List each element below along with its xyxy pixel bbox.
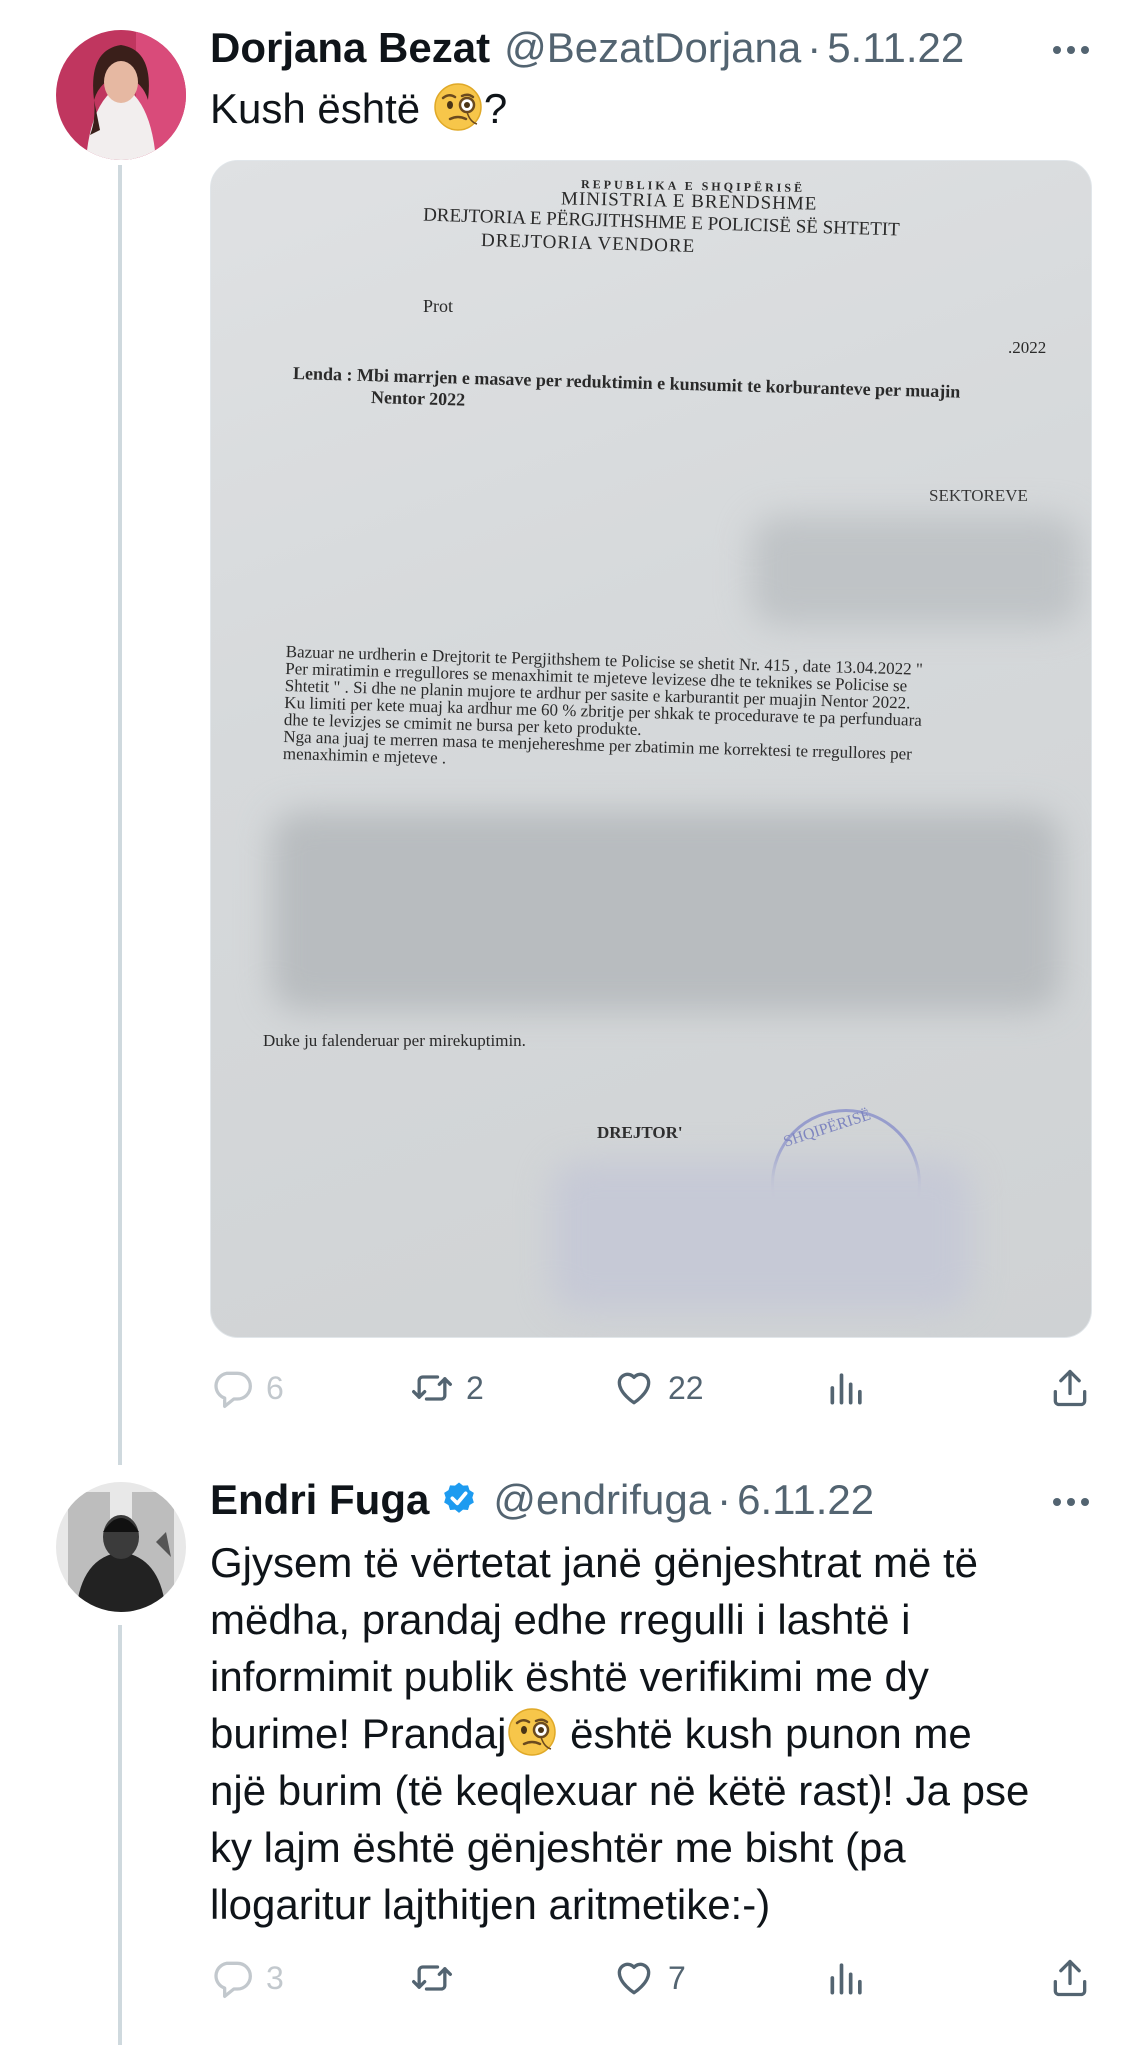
redacted-area (551, 1161, 971, 1311)
tweet-header: Endri Fuga @endrifuga · 6.11.22 (210, 1476, 874, 1524)
verified-badge-icon (444, 1482, 475, 1513)
thread-line (118, 1625, 122, 2045)
tweet-line: llogaritur lajthitjen aritmetike:-) (210, 1881, 771, 1928)
more-icon[interactable] (1053, 1498, 1089, 1506)
views-button[interactable] (825, 1956, 869, 2000)
reply-icon (210, 1366, 254, 1410)
doc-date: .2022 (1008, 338, 1047, 357)
redacted-area (751, 516, 1081, 626)
doc-closing: Duke ju falenderuar per mirekuptimin. (263, 1031, 526, 1050)
tweet-text-part: burime! Prandaj (210, 1710, 507, 1757)
views-icon (825, 1956, 869, 2000)
like-button[interactable]: 7 (612, 1956, 686, 2000)
doc-subject-cont: Nentor 2022 (370, 387, 466, 410)
retweet-button[interactable]: 2 (410, 1366, 484, 1410)
monocle-face-icon (506, 1706, 558, 1758)
tweet-text-part: Kush është (210, 85, 432, 132)
share-icon (1048, 1956, 1092, 2000)
display-name[interactable]: Dorjana Bezat (210, 24, 490, 72)
retweet-icon (410, 1956, 454, 2000)
tweet-line: mëdha, prandaj edhe rregulli i lashtë i (210, 1596, 911, 1643)
redacted-area (271, 811, 1061, 1011)
display-name[interactable]: Endri Fuga (210, 1476, 429, 1524)
avatar[interactable] (56, 30, 186, 160)
doc-prot: Prot (423, 296, 454, 316)
user-handle[interactable]: @BezatDorjana (504, 24, 801, 72)
retweet-button[interactable] (410, 1956, 454, 2000)
more-icon[interactable] (1053, 46, 1089, 54)
avatar[interactable] (56, 1482, 186, 1612)
tweet-text-part: ? (483, 85, 508, 132)
tweet-line: informimit publik është verifikimi me dy (210, 1653, 929, 1700)
separator-dot: · (807, 24, 822, 71)
retweet-icon (410, 1366, 454, 1410)
tweet-line: Gjysem të vërtetat janë gënjeshtrat më t… (210, 1539, 979, 1586)
user-handle[interactable]: @endrifuga (493, 1476, 711, 1524)
share-button[interactable] (1048, 1956, 1092, 2000)
doc-addressee: SEKTOREVE (929, 486, 1028, 505)
views-icon (825, 1366, 869, 1410)
tweet-line: ky lajm është gënjeshtër me bisht (pa (210, 1824, 906, 1871)
reply-icon (210, 1956, 254, 2000)
reply-button[interactable]: 3 (210, 1956, 284, 2000)
reply-count: 3 (266, 1959, 284, 1996)
tweet-date[interactable]: 5.11.22 (827, 24, 964, 72)
like-button[interactable]: 22 (612, 1366, 704, 1410)
like-count: 22 (668, 1369, 704, 1406)
reply-button[interactable]: 6 (210, 1366, 284, 1410)
share-icon (1048, 1366, 1092, 1410)
like-icon (612, 1366, 656, 1410)
like-count: 7 (668, 1959, 686, 1996)
tweet-text-part: është kush punon me (558, 1710, 972, 1757)
like-icon (612, 1956, 656, 2000)
tweet-date[interactable]: 6.11.22 (737, 1476, 874, 1524)
tweet-header: Dorjana Bezat @BezatDorjana · 5.11.22 (210, 24, 964, 72)
retweet-count: 2 (466, 1369, 484, 1406)
reply-count: 6 (266, 1369, 284, 1406)
action-bar: 3 7 (210, 1956, 1092, 2016)
doc-signature: DREJTOR' (597, 1123, 683, 1142)
tweet-text: Kush është ? (210, 80, 507, 137)
tweet-image[interactable]: REPUBLIKA E SHQIPËRISË MINISTRIA E BREND… (210, 160, 1092, 1338)
share-button[interactable] (1048, 1366, 1092, 1410)
tweet-line: një burim (të keqlexuar në këtë rast)! J… (210, 1767, 1030, 1814)
views-button[interactable] (825, 1366, 869, 1410)
tweet-line: burime! Prandaj është kush punon me (210, 1705, 1090, 1762)
thread-line (118, 165, 122, 1465)
monocle-face-icon (432, 81, 484, 133)
action-bar: 6 2 22 (210, 1366, 1092, 1426)
doc-body: Bazuar ne urdherin e Drejtorit te Pergji… (283, 642, 924, 780)
separator-dot: · (717, 1476, 732, 1523)
tweet-text: Gjysem të vërtetat janë gënjeshtrat më t… (210, 1534, 1090, 1933)
